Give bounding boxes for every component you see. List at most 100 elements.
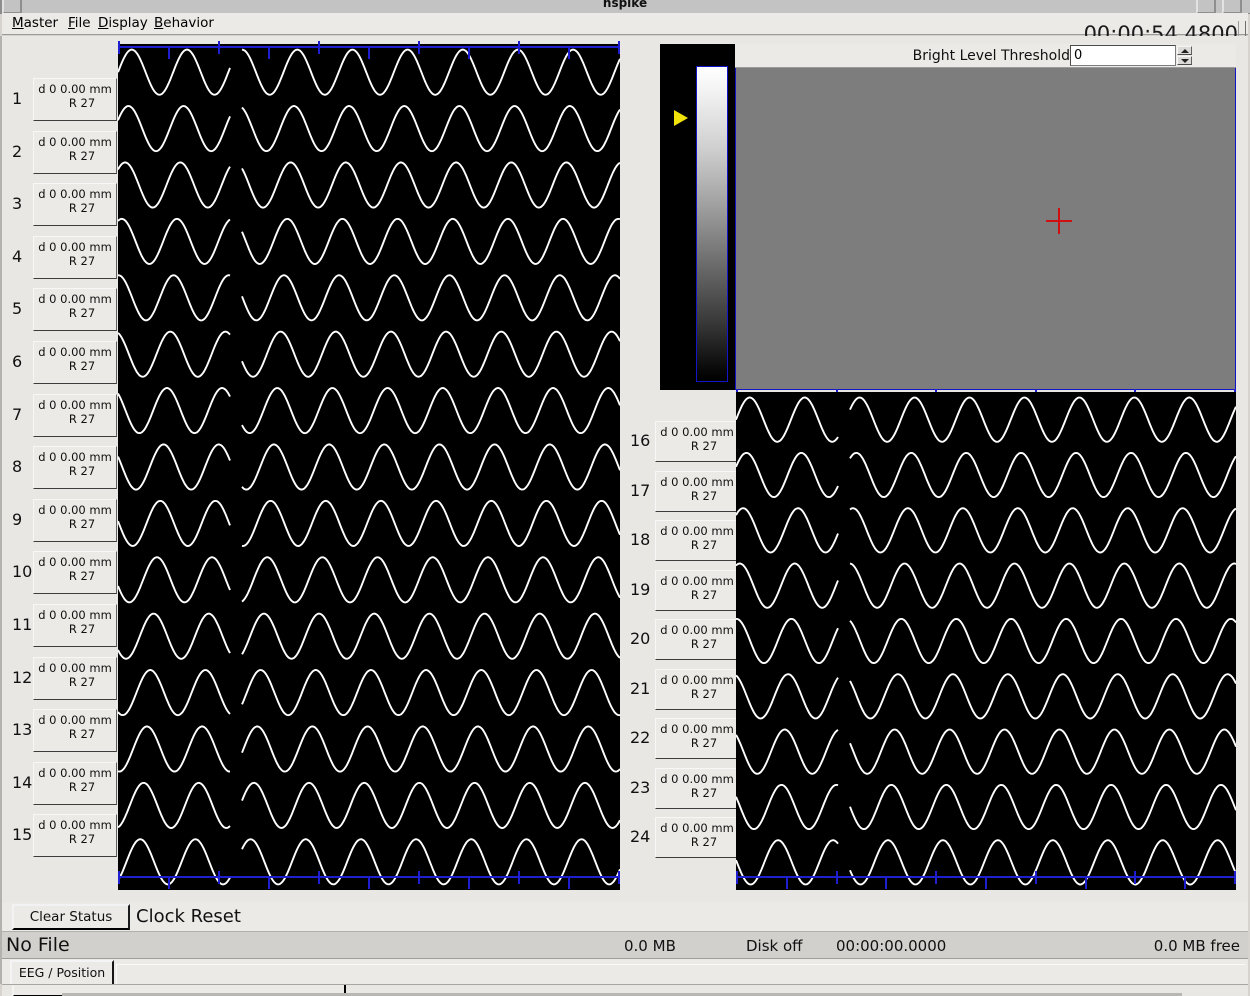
channel-row: 19 d 0 0.00 mm R 27 [630, 569, 740, 619]
eeg-trace [118, 330, 620, 378]
gradient-threshold-marker-icon[interactable] [674, 110, 688, 126]
status-file-size: 0.0 MB [624, 937, 676, 955]
ruler-tick [268, 876, 270, 889]
channel-reference-text: R 27 [690, 835, 718, 849]
window-minimize-button[interactable] [1196, 0, 1216, 13]
channel-row: 12 d 0 0.00 mm R 27 [12, 655, 118, 708]
ruler-tick [118, 871, 120, 884]
channel-depth-button[interactable]: d 0 0.00 mm R 27 [33, 183, 117, 227]
channel-reference-text: R 27 [68, 779, 96, 794]
channel-list-right: 16 d 0 0.00 mm R 27 17 d 0 0.00 mm R 27 18 d 0 … [630, 420, 740, 866]
ruler-tick [568, 46, 570, 59]
ruler-tick [736, 871, 738, 884]
tab-bar: EEG / Position [2, 958, 1248, 986]
channel-depth-text: d 0 0.00 mm [660, 425, 734, 439]
command-bar: Clear Status Clock Reset [2, 902, 1248, 932]
channel-depth-button[interactable]: d 0 0.00 mm R 27 [33, 498, 117, 542]
channel-number: 17 [630, 480, 651, 500]
channel-depth-button[interactable]: d 0 0.00 mm R 27 [33, 814, 117, 858]
position-video-panel[interactable] [735, 44, 1236, 390]
ruler-tick [786, 876, 788, 889]
channel-depth-button[interactable]: d 0 0.00 mm R 27 [33, 288, 117, 332]
ruler-tick [318, 41, 320, 54]
eeg-waveform-panel-right[interactable] [736, 392, 1236, 890]
channel-depth-button[interactable]: d 0 0.00 mm R 27 [33, 78, 117, 121]
grayscale-gradient-bar[interactable] [696, 66, 728, 382]
channel-row: 18 d 0 0.00 mm R 27 [630, 519, 740, 569]
channel-number: 10 [12, 562, 33, 582]
channel-row: 9 d 0 0.00 mm R 27 [12, 497, 118, 550]
channel-depth-button[interactable]: d 0 0.00 mm R 27 [655, 767, 739, 809]
channel-number: 12 [12, 667, 33, 687]
bright-level-threshold-bar: Bright Level Threshold 0 [735, 44, 1236, 68]
channel-depth-text: d 0 0.00 mm [660, 672, 734, 687]
window-maximize-button[interactable] [1222, 0, 1242, 13]
eeg-trace [736, 728, 1236, 775]
eeg-trace [118, 669, 620, 717]
channel-reference-text: R 27 [690, 686, 718, 701]
channel-reference-text: R 27 [68, 516, 96, 531]
channel-depth-text: d 0 0.00 mm [660, 524, 734, 538]
channel-depth-button[interactable]: d 0 0.00 mm R 27 [33, 446, 117, 490]
menu-item-master[interactable]: Master [8, 15, 62, 32]
channel-depth-button[interactable]: d 0 0.00 mm R 27 [655, 817, 739, 858]
channel-reference-text: R 27 [68, 201, 96, 216]
spinner-down-icon[interactable] [1177, 56, 1192, 65]
menu-item-behavior-rest: ehavior [163, 15, 214, 31]
eeg-waveform-panel-main[interactable] [118, 44, 620, 890]
channel-depth-button[interactable]: d 0 0.00 mm R 27 [33, 761, 117, 805]
channel-depth-button[interactable]: d 0 0.00 mm R 27 [33, 130, 117, 174]
channel-reference-text: R 27 [68, 411, 96, 426]
menu-item-behavior[interactable]: Behavior [150, 15, 218, 32]
channel-number: 6 [12, 351, 23, 371]
channel-depth-button[interactable]: d 0 0.00 mm R 27 [655, 569, 739, 611]
channel-depth-button[interactable]: d 0 0.00 mm R 27 [33, 603, 117, 647]
spinner-up-icon[interactable] [1177, 46, 1192, 55]
channel-depth-button[interactable]: d 0 0.00 mm R 27 [655, 668, 739, 710]
bright-level-threshold-spinner[interactable] [1177, 46, 1192, 66]
channel-reference-text: R 27 [690, 488, 718, 503]
ruler-tick [618, 41, 620, 54]
channel-number: 2 [12, 141, 23, 161]
menu-item-file[interactable]: File [64, 15, 95, 32]
channel-depth-button[interactable]: d 0 0.00 mm R 27 [33, 551, 117, 595]
channel-number: 21 [630, 678, 651, 698]
menu-item-master-rest: aster [23, 15, 59, 31]
channel-row: 14 d 0 0.00 mm R 27 [12, 760, 118, 813]
eeg-trace [736, 617, 1236, 665]
channel-reference-text: R 27 [68, 464, 96, 479]
channel-depth-button[interactable]: d 0 0.00 mm R 27 [655, 619, 739, 660]
channel-depth-button[interactable]: d 0 0.00 mm R 27 [33, 340, 117, 384]
ruler-tick [885, 876, 887, 889]
channel-depth-button[interactable]: d 0 0.00 mm R 27 [655, 421, 739, 462]
channel-number: 15 [12, 825, 33, 845]
channel-depth-button[interactable]: d 0 0.00 mm R 27 [655, 520, 739, 561]
workspace-left-edge [0, 36, 2, 984]
ruler-tick [268, 46, 270, 59]
channel-reference-text: R 27 [68, 148, 96, 163]
channel-reference-text: R 27 [68, 96, 96, 110]
ruler-tick [518, 41, 520, 54]
tab-eeg-position[interactable]: EEG / Position [10, 960, 114, 985]
channel-number: 9 [12, 509, 23, 529]
channel-row: 11 d 0 0.00 mm R 27 [12, 602, 118, 655]
channel-depth-button[interactable]: d 0 0.00 mm R 27 [33, 235, 117, 279]
channel-depth-button[interactable]: d 0 0.00 mm R 27 [655, 470, 739, 512]
channel-row: 5 d 0 0.00 mm R 27 [12, 286, 118, 339]
brightness-gradient-region [660, 44, 735, 390]
channel-reference-text: R 27 [68, 621, 96, 636]
eeg-trace [118, 725, 620, 773]
channel-row: 4 d 0 0.00 mm R 27 [12, 234, 118, 287]
channel-depth-button[interactable]: d 0 0.00 mm R 27 [33, 393, 117, 437]
clear-status-button[interactable]: Clear Status [12, 904, 130, 930]
ruler-tick [568, 876, 570, 889]
menu-item-display[interactable]: Display [94, 15, 152, 32]
channel-reference-text: R 27 [68, 253, 96, 268]
channel-reference-text: R 27 [690, 538, 718, 552]
channel-row: 3 d 0 0.00 mm R 27 [12, 181, 118, 234]
eeg-trace [736, 451, 1236, 499]
channel-depth-button[interactable]: d 0 0.00 mm R 27 [655, 718, 739, 759]
channel-depth-button[interactable]: d 0 0.00 mm R 27 [33, 656, 117, 700]
channel-depth-button[interactable]: d 0 0.00 mm R 27 [33, 709, 117, 753]
bright-level-threshold-input[interactable]: 0 [1070, 45, 1176, 66]
